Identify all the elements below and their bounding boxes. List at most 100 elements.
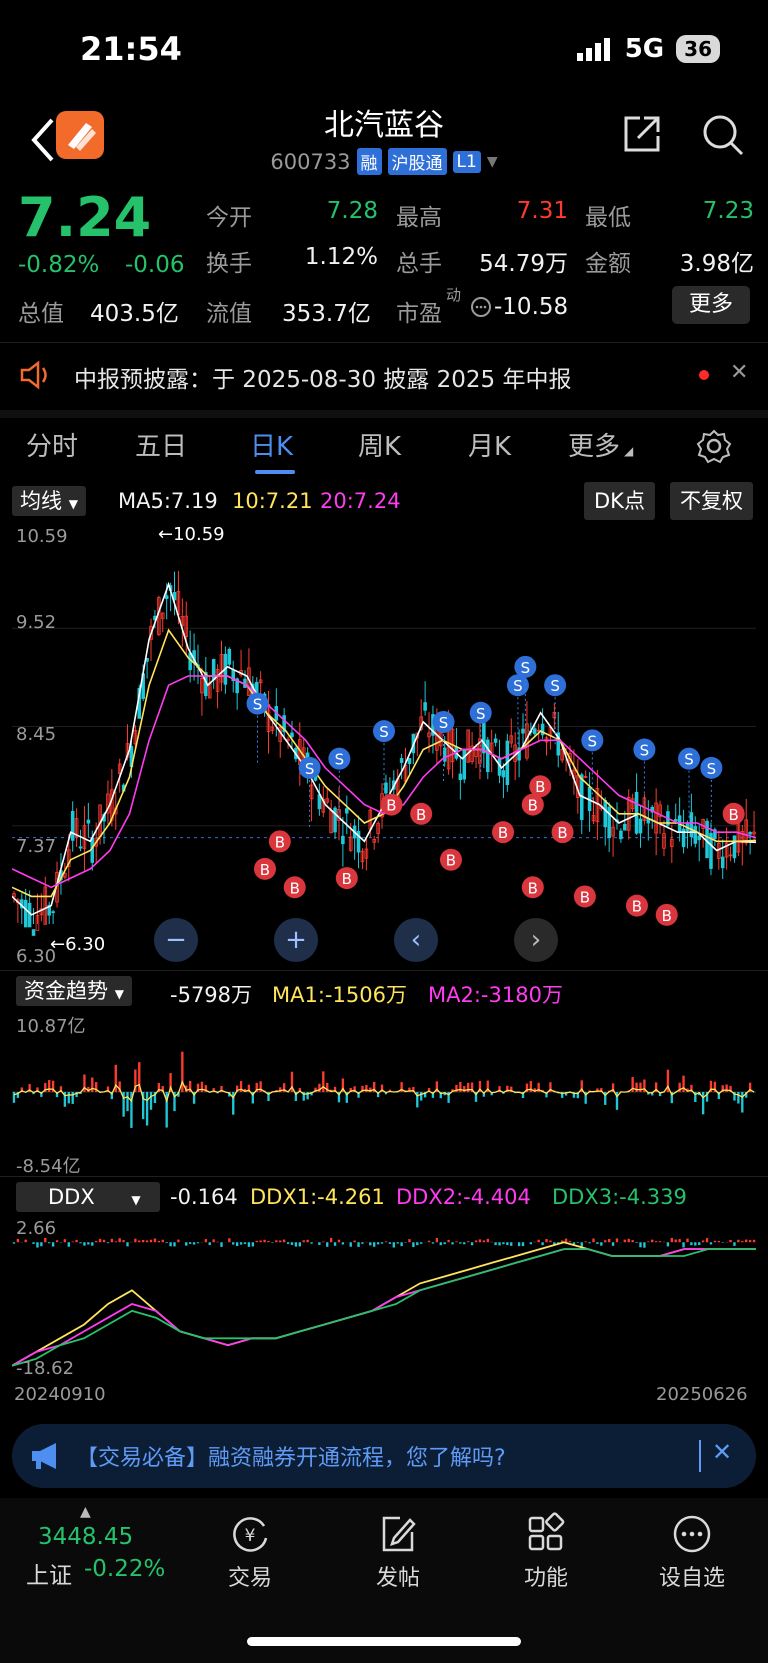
kline-chart[interactable]: SSSSSSSSSSSSSBBBBBBBBBBBBBBBB bbox=[12, 524, 756, 968]
ma10-readout: 10:7.21 bbox=[232, 489, 313, 513]
tag-connect: 沪股通 bbox=[387, 148, 447, 175]
fund-selector[interactable]: 资金趋势 ▼ bbox=[16, 976, 132, 1006]
candle-body bbox=[423, 702, 427, 711]
candle-body bbox=[619, 830, 623, 840]
banner-text[interactable]: 【交易必备】融资融券开通流程，您了解吗? bbox=[76, 1440, 506, 1472]
buy-signal-label: B bbox=[632, 898, 642, 916]
candle-body bbox=[78, 846, 83, 849]
caret-icon: ◢ bbox=[624, 444, 634, 458]
sell-signal-label: S bbox=[707, 760, 717, 778]
low-annotation: ←6.30 bbox=[50, 934, 106, 955]
fund-trend-chart[interactable] bbox=[12, 1010, 756, 1180]
turnover-value: 1.12% bbox=[304, 244, 378, 270]
ddx-chart[interactable] bbox=[12, 1218, 756, 1380]
tab-monthly-k[interactable]: 月K bbox=[468, 426, 511, 463]
scroll-right-button[interactable]: › bbox=[514, 918, 558, 962]
dk-point-button[interactable]: DK点 bbox=[584, 482, 655, 520]
svg-text:¥: ¥ bbox=[245, 1526, 256, 1546]
chevron-down-icon: ▼ bbox=[68, 497, 78, 511]
candle-body bbox=[164, 595, 169, 599]
tab-weekly-k[interactable]: 周K bbox=[358, 426, 401, 463]
share-icon[interactable] bbox=[620, 112, 664, 156]
buy-signal-label: B bbox=[528, 879, 538, 897]
candle-body bbox=[482, 722, 486, 754]
index-percent[interactable]: -0.22% bbox=[84, 1556, 165, 1582]
nav-trade-label: 交易 bbox=[227, 1566, 272, 1591]
ddx2-readout: DDX2:-4.404 bbox=[396, 1185, 531, 1209]
sell-signal-label: S bbox=[521, 659, 531, 677]
ma-selector-label: 均线 bbox=[20, 489, 62, 513]
index-name[interactable]: 上证 bbox=[26, 1556, 72, 1590]
nav-functions-label: 功能 bbox=[523, 1566, 568, 1591]
buy-signal-label: B bbox=[342, 870, 352, 888]
ddx-y-tick-bottom: -18.62 bbox=[16, 1358, 75, 1379]
tag-margin: 融 bbox=[356, 148, 382, 175]
x-tick-start: 20240910 bbox=[14, 1384, 106, 1405]
candle-body bbox=[638, 818, 643, 834]
chevron-down-icon: ▼ bbox=[131, 1193, 141, 1207]
ma5-readout: MA5:7.19 bbox=[118, 489, 218, 513]
sell-signal-label: S bbox=[439, 714, 449, 732]
ddx-selector-label: DDX bbox=[48, 1185, 95, 1209]
amount-value: 3.98亿 bbox=[679, 251, 754, 277]
sell-signal-label: S bbox=[379, 723, 389, 741]
more-button[interactable]: 更多 bbox=[672, 286, 750, 324]
status-time: 21:54 bbox=[80, 30, 182, 68]
zoom-in-button[interactable]: + bbox=[274, 918, 318, 962]
tab-more[interactable]: 更多 ◢ bbox=[568, 426, 633, 463]
change-amount: -0.06 bbox=[125, 252, 185, 278]
chevron-down-icon[interactable]: ▼ bbox=[487, 154, 498, 170]
tab-more-label: 更多 bbox=[568, 432, 621, 462]
scroll-left-button[interactable]: ‹ bbox=[394, 918, 438, 962]
close-icon[interactable]: ✕ bbox=[730, 360, 748, 385]
fund-value: -5798万 bbox=[170, 983, 253, 1007]
low-value: 7.23 bbox=[702, 198, 754, 224]
ma-selector[interactable]: 均线 ▼ bbox=[12, 486, 86, 516]
ddx1-readout: DDX1:-4.261 bbox=[250, 1185, 385, 1209]
nav-watchlist[interactable]: 设自选 bbox=[632, 1512, 752, 1592]
candle-body bbox=[384, 782, 388, 794]
sell-signal-label: S bbox=[476, 705, 486, 723]
candle-body bbox=[407, 758, 412, 765]
fund-selector-label: 资金趋势 bbox=[24, 979, 108, 1003]
candle-body bbox=[623, 823, 627, 831]
nav-post[interactable]: 发帖 bbox=[338, 1512, 458, 1592]
tab-daily-k[interactable]: 日K bbox=[250, 426, 293, 463]
fund-ma2: MA2:-3180万 bbox=[428, 983, 563, 1007]
info-icon[interactable] bbox=[470, 296, 492, 318]
nav-functions[interactable]: 功能 bbox=[486, 1512, 606, 1592]
fund-y-tick-bottom: -8.54亿 bbox=[16, 1156, 81, 1177]
change-percent: -0.82% bbox=[18, 252, 100, 278]
high-label: 最高 bbox=[396, 205, 442, 231]
sell-signal-label: S bbox=[335, 751, 345, 769]
unread-dot bbox=[699, 370, 709, 380]
tab-intraday[interactable]: 分时 bbox=[26, 426, 78, 463]
divider bbox=[0, 1176, 768, 1177]
buy-signal-label: B bbox=[386, 797, 396, 815]
high-value: 7.31 bbox=[516, 198, 568, 224]
gear-icon[interactable] bbox=[696, 428, 732, 464]
fund-ma1-line bbox=[13, 1080, 755, 1103]
search-icon[interactable] bbox=[700, 112, 746, 158]
ddx-selector[interactable]: DDX ▼ bbox=[16, 1182, 160, 1212]
zoom-out-button[interactable]: − bbox=[154, 918, 198, 962]
candle-body bbox=[693, 826, 698, 844]
candle-body bbox=[501, 770, 506, 778]
edit-icon bbox=[382, 1516, 416, 1552]
no-adjust-button[interactable]: 不复权 bbox=[670, 482, 753, 520]
candle-body bbox=[532, 728, 537, 735]
nav-trade[interactable]: ¥ 交易 bbox=[190, 1512, 310, 1592]
home-indicator bbox=[247, 1637, 521, 1646]
candle-body bbox=[341, 835, 345, 845]
candle-body bbox=[227, 648, 232, 665]
notice-text[interactable]: 中报预披露：于 2025-08-30 披露 2025 年中报 bbox=[74, 360, 571, 394]
candle-body bbox=[493, 738, 498, 743]
index-value[interactable]: 3448.45 bbox=[38, 1524, 133, 1550]
x-tick-end: 20250626 bbox=[656, 1384, 748, 1405]
ddx-value: -0.164 bbox=[170, 1185, 238, 1209]
tab-five-day[interactable]: 五日 bbox=[135, 426, 187, 463]
fund-y-tick-top: 10.87亿 bbox=[16, 1016, 86, 1037]
close-icon[interactable]: ✕ bbox=[712, 1438, 732, 1466]
battery-icon: 36 bbox=[676, 35, 720, 63]
candle-body bbox=[521, 728, 525, 734]
